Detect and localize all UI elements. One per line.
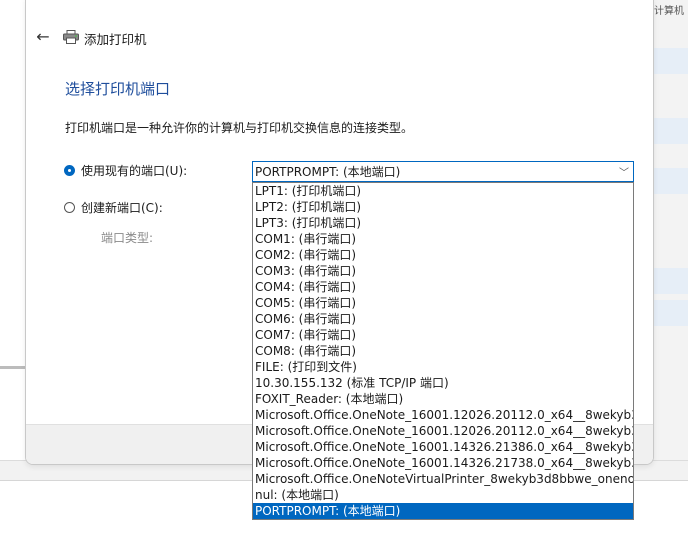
port-option[interactable]: 10.30.155.132 (标准 TCP/IP 端口) bbox=[253, 375, 633, 391]
port-option[interactable]: Microsoft.Office.OneNote_16001.12026.201… bbox=[253, 423, 633, 439]
dialog-title: 添加打印机 bbox=[84, 32, 147, 47]
port-option[interactable]: COM7: (串行端口) bbox=[253, 327, 633, 343]
port-dropdown-list[interactable]: LPT1: (打印机端口) LPT2: (打印机端口) LPT3: (打印机端口) C… bbox=[252, 182, 634, 520]
port-option[interactable]: COM2: (串行端口) bbox=[253, 247, 633, 263]
existing-port-select[interactable]: PORTPROMPT: (本地端口) ﹀ bbox=[252, 161, 634, 182]
port-option[interactable]: PORTPROMPT: (本地端口) bbox=[253, 503, 633, 519]
port-option[interactable]: Microsoft.Office.OneNote_16001.12026.201… bbox=[253, 407, 633, 423]
create-new-port-radio[interactable] bbox=[64, 202, 75, 213]
background-row-strip bbox=[652, 168, 688, 194]
port-option[interactable]: Microsoft.Office.OneNoteVirtualPrinter_8… bbox=[253, 471, 633, 487]
port-option[interactable]: FOXIT_Reader: (本地端口) bbox=[253, 391, 633, 407]
port-option[interactable]: Microsoft.Office.OneNote_16001.14326.217… bbox=[253, 455, 633, 471]
page-description: 打印机端口是一种允许你的计算机与打印机交换信息的连接类型。 bbox=[65, 121, 414, 135]
port-option[interactable]: COM3: (串行端口) bbox=[253, 263, 633, 279]
background-row-strip bbox=[652, 48, 688, 74]
port-option[interactable]: COM4: (串行端口) bbox=[253, 279, 633, 295]
background-row-strip bbox=[652, 268, 688, 294]
dialog-titlebar: ← 添加打印机 bbox=[26, 21, 653, 57]
port-option[interactable]: COM8: (串行端口) bbox=[253, 343, 633, 359]
printer-icon bbox=[63, 30, 79, 44]
back-arrow-icon[interactable]: ← bbox=[32, 26, 54, 48]
background-row-strip bbox=[652, 118, 688, 144]
use-existing-port-label[interactable]: 使用现有的端口(U): bbox=[81, 162, 187, 179]
chevron-down-icon[interactable]: ﹀ bbox=[619, 164, 629, 179]
create-new-port-label[interactable]: 创建新端口(C): bbox=[81, 199, 163, 216]
port-option[interactable]: Microsoft.Office.OneNote_16001.14326.213… bbox=[253, 439, 633, 455]
use-existing-port-radio[interactable] bbox=[64, 165, 75, 176]
background-window-text: 计算机 bbox=[654, 6, 684, 17]
existing-port-select-value: PORTPROMPT: (本地端口) bbox=[255, 165, 401, 179]
port-option[interactable]: COM6: (串行端口) bbox=[253, 311, 633, 327]
page-heading: 选择打印机端口 bbox=[65, 80, 171, 98]
port-option[interactable]: COM1: (串行端口) bbox=[253, 231, 633, 247]
port-option[interactable]: LPT2: (打印机端口) bbox=[253, 199, 633, 215]
port-option[interactable]: LPT3: (打印机端口) bbox=[253, 215, 633, 231]
port-option[interactable]: FILE: (打印到文件) bbox=[253, 359, 633, 375]
port-option[interactable]: COM5: (串行端口) bbox=[253, 295, 633, 311]
background-row-strip bbox=[652, 300, 688, 326]
port-option[interactable]: LPT1: (打印机端口) bbox=[253, 183, 633, 199]
background-divider bbox=[0, 366, 26, 369]
port-type-label: 端口类型: bbox=[101, 231, 154, 245]
port-option[interactable]: nul: (本地端口) bbox=[253, 487, 633, 503]
